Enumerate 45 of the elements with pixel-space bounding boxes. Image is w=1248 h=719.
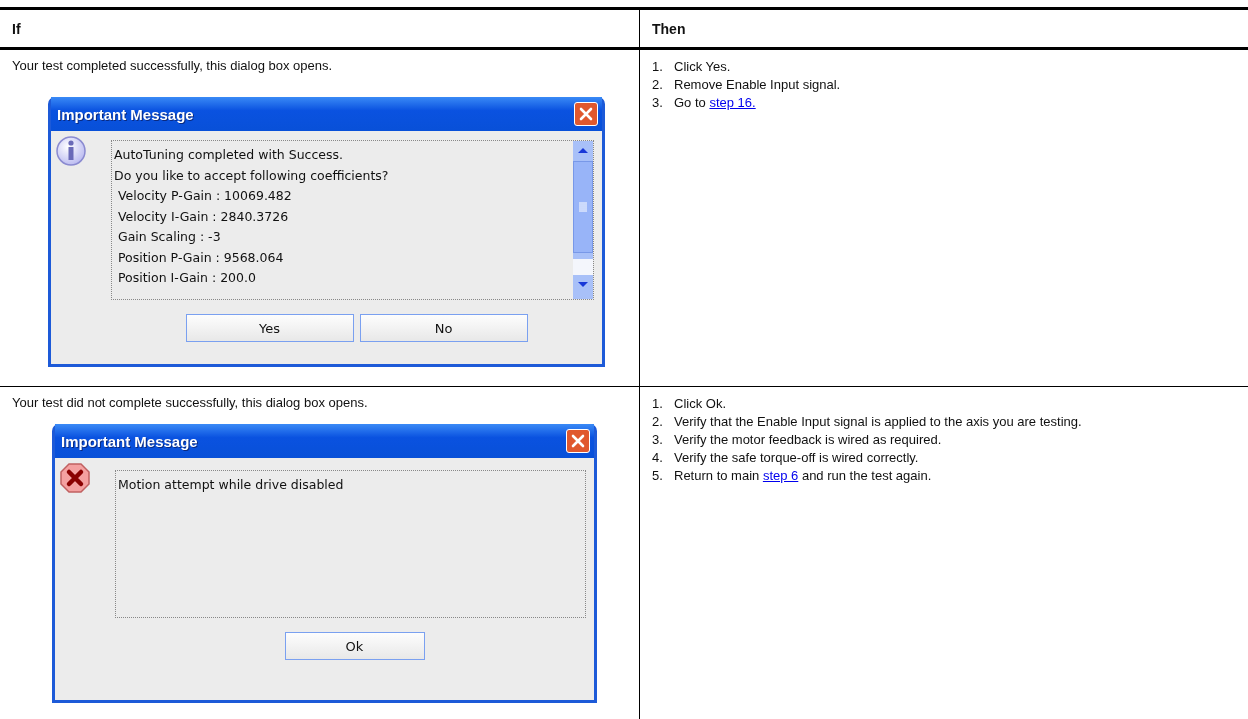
dialog-title: Important Message: [61, 432, 198, 450]
scroll-track[interactable]: [573, 259, 593, 275]
scrollbar[interactable]: [573, 141, 593, 299]
message-line: Velocity I-Gain : 2840.3726: [116, 207, 290, 226]
step-number: 3.: [652, 94, 664, 112]
scroll-thumb[interactable]: [573, 161, 593, 253]
dialog-button[interactable]: Yes: [185, 314, 354, 342]
step-text: Remove Enable Input signal.: [674, 76, 841, 94]
condition-text: Your test did not complete successfully, this dialog box opens.: [12, 395, 369, 410]
message-line: Position I-Gain : 200.0: [116, 269, 257, 287]
step-text: Go to step 16.: [674, 94, 756, 112]
message-line: Position P-Gain : 9568.064: [116, 248, 285, 267]
step-number: 3.: [652, 431, 664, 449]
close-button[interactable]: [574, 102, 598, 126]
step-text: Verify that the Enable Input signal is applied to the axis you are testing.: [674, 413, 1082, 431]
step-text: Click Ok.: [674, 395, 726, 413]
message-line: Gain Scaling : -3: [116, 228, 222, 246]
column-header: Then: [652, 20, 686, 37]
step-number: 4.: [652, 449, 664, 467]
step-number: 1.: [652, 395, 664, 413]
dialog-title: Important Message: [57, 105, 194, 123]
step-number: 1.: [652, 58, 664, 76]
grip-icon: [577, 202, 589, 212]
dialog-button[interactable]: Ok: [284, 632, 425, 660]
message-line: AutoTuning completed with Success.: [114, 146, 344, 164]
condition-text: Your test completed successfully, this dialog box opens.: [12, 58, 334, 73]
info-icon: [55, 135, 87, 167]
step-number: 5.: [652, 467, 664, 485]
step-link[interactable]: step 16.: [709, 95, 756, 110]
step-text: Click Yes.: [674, 58, 731, 76]
step-number: 2.: [652, 76, 664, 94]
step-link[interactable]: step 6: [762, 468, 799, 483]
dialog-button[interactable]: No: [359, 314, 528, 342]
step-text: Return to main step 6 and run the test again.: [674, 467, 932, 485]
step-text: Verify the safe torque-off is wired correctly.: [674, 449, 919, 467]
step-text: Verify the motor feedback is wired as required.: [674, 431, 942, 449]
close-icon: [569, 432, 587, 450]
close-button[interactable]: [566, 429, 590, 453]
message-line: Velocity P-Gain : 10069.482: [116, 187, 293, 205]
close-icon: [577, 105, 595, 123]
error-icon: [59, 462, 91, 494]
step-number: 2.: [652, 413, 664, 431]
message-line: Do you like to accept following coefficients?: [114, 166, 390, 185]
column-header: If: [12, 20, 21, 37]
message-line: Motion attempt while drive disabled: [118, 476, 345, 494]
